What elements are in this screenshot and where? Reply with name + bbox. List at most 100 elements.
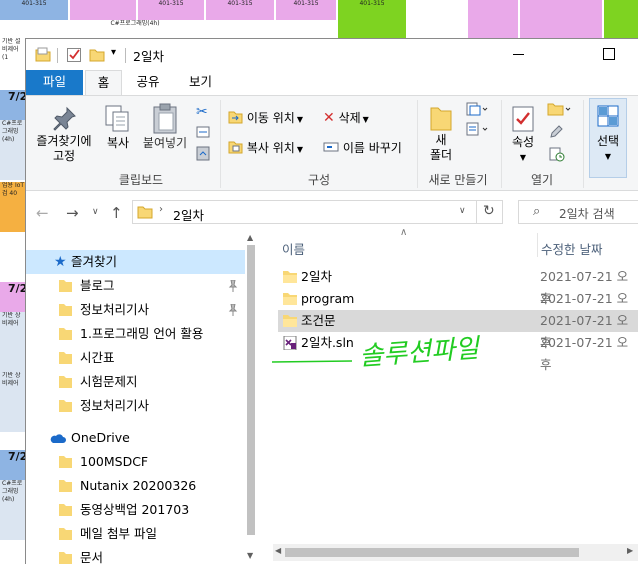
delete-label: 삭제 [338,111,361,125]
minimize-button[interactable] [496,39,542,70]
forward-arrow-icon[interactable]: → [66,204,79,222]
ribbon-tabs: 파일 홈 공유 보기 [26,70,638,96]
bg-cell [520,0,602,38]
address-dropdown-icon[interactable]: ∨ [459,206,466,216]
nav-item-blog[interactable]: 블로그 [26,274,246,298]
nav-item-label: 메일 첨부 파일 [80,526,157,541]
bg-day-text: 7/2 [8,90,25,103]
refresh-icon[interactable]: ↻ [483,203,495,219]
file-list: ∧ 이름 수정한 날짜 2일차 2021-07-21 오후 program 20… [266,227,638,564]
scroll-up-icon[interactable]: ▲ [247,233,253,242]
file-row[interactable]: 2일차 2021-07-21 오후 [278,266,638,306]
copy-path-icon[interactable] [196,125,210,139]
search-icon: ⌕ [533,204,541,219]
new-folder-button[interactable]: 새 폴더 [424,102,458,168]
nav-item-label: 동영상백업 201703 [80,502,190,517]
scroll-down-icon[interactable]: ▼ [247,551,253,560]
nav-item-mail-attachments[interactable]: 메일 첨부 파일 [26,522,246,546]
cut-icon[interactable]: ✂ [196,104,208,120]
recent-locations-chevron-icon[interactable]: ∨ [92,207,99,217]
properties-icon [512,106,534,132]
nav-item-label: 정보처리기사 [80,302,150,317]
nav-item-label: 블로그 [80,278,115,293]
copy-button[interactable]: 복사 [100,102,136,168]
bg-cell-text: C#프로그래밍(4h) [2,480,23,503]
select-button[interactable]: 선택 ▼ [589,98,627,178]
nav-item-label: 시간표 [80,350,115,365]
nav-item-video-backup[interactable]: 동영상백업 201703 [26,498,246,522]
chevron-down-icon: ▼ [296,115,303,124]
easy-access-icon[interactable] [466,122,488,136]
organize-group-label: 구성 [307,173,331,187]
search-box[interactable]: ⌕ 2일차 검색 [518,200,638,224]
column-header-name[interactable]: 이름 [282,238,305,262]
column-header-modified[interactable]: 수정한 날짜 [541,238,602,262]
folder-icon [283,271,297,283]
breadcrumb-path[interactable]: 2일차 [173,205,204,224]
scroll-left-icon[interactable]: ◀ [275,546,281,555]
rename-button[interactable]: 이름 바꾸기 [323,140,402,156]
move-folder-icon [228,111,243,124]
folder-icon [137,206,153,219]
bg-cell [70,0,136,20]
open-icon[interactable] [547,102,571,116]
file-list-scrollbar[interactable]: ◀ ▶ [273,544,638,561]
tab-view[interactable]: 보기 [178,70,223,95]
bg-cell-text: 401-315 [21,0,47,7]
nav-item-nutanix[interactable]: Nutanix 20200326 [26,474,246,498]
nav-item-programming-language[interactable]: 1.프로그래밍 언어 활용 [26,322,246,346]
paste-shortcut-icon[interactable] [196,145,210,161]
bg-day: 7/2 [0,450,25,480]
customize-quick-access-icon[interactable]: ▾ [111,47,116,58]
select-grid-icon [597,105,619,127]
history-icon[interactable] [549,146,565,162]
bg-cell: C#프로그래밍(4h) [0,120,25,180]
edit-icon[interactable] [549,124,563,140]
bg-cell: 401-315 [338,0,406,38]
nav-item-label: 정보처리기사 [80,398,150,413]
file-row-selected[interactable]: 조건문 2021-07-21 오후 [278,310,638,350]
star-icon: ★ [54,254,67,270]
new-item-icon[interactable] [466,102,488,116]
file-row[interactable]: program 2021-07-21 오후 [278,288,638,328]
new-folder-icon[interactable] [89,47,105,63]
address-bar[interactable]: › 2일차 ∨ ↻ [132,200,503,224]
paste-button[interactable]: 붙여넣기 [138,102,192,168]
properties-check-icon[interactable] [66,47,82,63]
bg-day: 7/2 [0,282,25,312]
nav-item-info-processing-2[interactable]: 정보처리기사 [26,394,246,418]
nav-item-documents[interactable]: 문서 [26,546,246,564]
nav-item-100msdcf[interactable]: 100MSDCF [26,450,246,474]
new-group-label: 새로 만들기 [428,173,488,187]
pin-to-quick-access-button[interactable]: 즐겨찾기에 고정 [30,102,98,168]
back-arrow-icon[interactable]: ← [36,204,49,222]
nav-item-favorites[interactable]: ★ 즐겨찾기 [26,250,246,274]
tab-file[interactable]: 파일 [26,70,83,95]
tab-home[interactable]: 홈 [85,70,122,96]
copy-icon [105,105,129,132]
title-separator [57,48,58,63]
nav-item-exam-papers[interactable]: 시험문제지 [26,370,246,394]
move-to-button[interactable]: 이동 위치 ▼ [228,110,303,128]
file-name: 조건문 [301,313,336,328]
nav-item-onedrive[interactable]: OneDrive [26,426,246,450]
scroll-right-icon[interactable]: ▶ [627,546,633,555]
bg-cell-text: 401-315 [293,0,319,7]
maximize-button[interactable] [586,39,632,70]
scroll-thumb[interactable] [285,548,579,557]
nav-item-timetable[interactable]: 시간표 [26,346,246,370]
select-label: 선택 [596,134,620,148]
file-row[interactable]: 2일차.sln 2021-07-21 오후 [278,332,638,372]
bg-day-text: 7/2 [8,282,25,295]
nav-pane-scrollbar[interactable]: ▲ ▼ [245,233,258,564]
pin-label-line2: 고정 [52,149,76,163]
nav-item-info-processing[interactable]: 정보처리기사 [26,298,246,322]
tab-share[interactable]: 공유 [127,70,169,95]
title-bar: ▾ 2일차 [26,39,638,70]
up-arrow-icon[interactable]: ↑ [110,204,123,222]
scroll-thumb[interactable] [247,245,255,535]
ribbon-separator [583,100,584,188]
copy-to-button[interactable]: 복사 위치 ▼ [228,140,303,158]
delete-button[interactable]: ✕ 삭제 ▼ [323,110,369,128]
properties-button[interactable]: 속성 ▼ [506,102,540,168]
